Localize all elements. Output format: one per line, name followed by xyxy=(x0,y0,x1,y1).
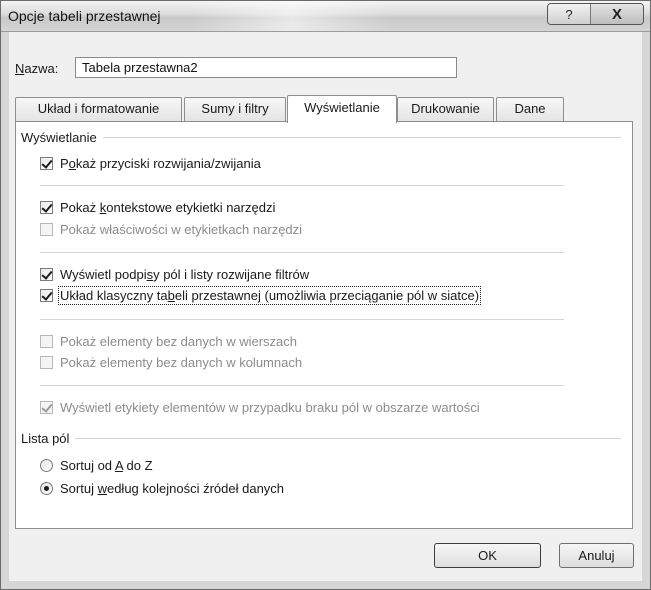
field-list-section-title: Lista pól xyxy=(21,431,70,446)
option-show-field-captions-filters[interactable]: Wyświetl podpisy pól i listy rozwijane f… xyxy=(40,267,309,282)
option-label: Sortuj od A do Z xyxy=(60,458,153,473)
option-show-empty-columns: Pokaż elementy bez danych w kolumnach xyxy=(40,355,302,370)
option-show-contextual-tooltips[interactable]: Pokaż kontekstowe etykietki narzędzi xyxy=(40,200,275,215)
label-text: Sortuj xyxy=(60,481,98,496)
tab-data[interactable]: Dane xyxy=(496,97,564,121)
radio-selected-icon[interactable] xyxy=(40,482,53,495)
radio-sort-data-source-order[interactable]: Sortuj według kolejności źródeł danych xyxy=(40,481,284,496)
checkbox-unchecked-icon xyxy=(40,356,53,369)
label-text: y pól i listy rozwijane filtrów xyxy=(153,267,310,282)
name-label: Nazwa: xyxy=(15,61,58,76)
checkbox-checked-icon[interactable] xyxy=(40,289,53,302)
label-text: Pokaż xyxy=(60,200,100,215)
display-tab-panel: Wyświetlanie Pokaż przyciski rozwijania/… xyxy=(15,121,633,529)
option-label: Pokaż kontekstowe etykietki narzędzi xyxy=(60,200,275,215)
option-label: Pokaż elementy bez danych w kolumnach xyxy=(60,355,303,370)
close-button[interactable]: X xyxy=(591,4,643,24)
label-accel: w xyxy=(97,481,107,496)
tab-totals-filters[interactable]: Sumy i filtry xyxy=(184,97,286,121)
label-text: Wyświetl podpi xyxy=(60,267,147,282)
radio-sort-a-to-z[interactable]: Sortuj od A do Z xyxy=(40,458,153,473)
display-section-title: Wyświetlanie xyxy=(21,130,97,145)
close-icon: X xyxy=(611,5,622,23)
option-classic-pivot-layout[interactable]: Układ klasyczny tabeli przestawnej (umoż… xyxy=(40,286,482,305)
checkbox-checked-icon xyxy=(40,401,53,414)
option-label: Wyświetl etykiety elementów w przypadku … xyxy=(60,400,480,415)
label-text: eli przestawnej (umożliwia przeciąganie … xyxy=(174,288,480,303)
field-list-section-header: Lista pól xyxy=(21,431,621,446)
tab-layout-formatting[interactable]: Układ i formatowanie xyxy=(15,97,182,121)
checkbox-unchecked-icon xyxy=(40,335,53,348)
title-buttons: ? X xyxy=(547,3,644,25)
ok-button[interactable]: OK xyxy=(434,543,541,568)
label-text: Sortuj od xyxy=(60,458,115,473)
option-divider xyxy=(40,185,564,186)
title-bar-glare xyxy=(191,1,391,31)
option-label: Układ klasyczny tabeli przestawnej (umoż… xyxy=(57,286,482,305)
label-text: P xyxy=(60,156,69,171)
label-text: edług kolejności źródeł danych xyxy=(106,481,285,496)
checkbox-checked-icon[interactable] xyxy=(40,157,53,170)
dialog-client-area: Nazwa: Tabela przestawna2 Układ i format… xyxy=(9,32,642,581)
display-section-header: Wyświetlanie xyxy=(21,130,621,145)
option-label: Pokaż elementy bez danych w wierszach xyxy=(60,334,298,349)
checkbox-unchecked-icon xyxy=(40,223,53,236)
section-separator xyxy=(102,137,621,138)
option-show-properties-in-tooltips: Pokaż właściwości w etykietkach narzędzi xyxy=(40,222,302,237)
label-accel: b xyxy=(167,288,175,303)
checkbox-checked-icon[interactable] xyxy=(40,268,53,281)
title-bar[interactable]: Opcje tabeli przestawnej ? X xyxy=(1,1,650,32)
radio-unselected-icon[interactable] xyxy=(40,459,53,472)
name-label-accel: N xyxy=(15,61,25,76)
tab-printing[interactable]: Drukowanie xyxy=(397,97,494,121)
window-title: Opcje tabeli przestawnej xyxy=(8,8,161,24)
label-text: każ przyciski rozwijania/zwijania xyxy=(75,156,261,171)
help-button[interactable]: ? xyxy=(548,4,591,24)
option-label: Pokaż właściwości w etykietkach narzędzi xyxy=(60,222,303,237)
label-accel: o xyxy=(68,156,76,171)
label-text: ontekstowe etykietki narzędzi xyxy=(106,200,276,215)
option-show-expand-collapse[interactable]: Pokaż przyciski rozwijania/zwijania xyxy=(40,156,261,171)
name-input[interactable]: Tabela przestawna2 xyxy=(75,57,457,78)
option-divider xyxy=(40,385,564,386)
option-label: Sortuj według kolejności źródeł danych xyxy=(60,481,284,496)
option-show-empty-rows: Pokaż elementy bez danych w wierszach xyxy=(40,334,297,349)
window-bottom-frame xyxy=(1,581,650,589)
option-label: Wyświetl podpisy pól i listy rozwijane f… xyxy=(60,267,309,282)
option-divider xyxy=(40,252,564,253)
checkbox-checked-icon[interactable] xyxy=(40,201,53,214)
help-icon: ? xyxy=(565,6,573,22)
option-label: Pokaż przyciski rozwijania/zwijania xyxy=(60,156,261,171)
dialog-window: Opcje tabeli przestawnej ? X Nazwa: Tabe… xyxy=(0,0,651,590)
label-text: Układ klasyczny ta xyxy=(60,288,168,303)
option-divider xyxy=(40,319,564,320)
label-text: do Z xyxy=(122,458,153,473)
name-label-rest: azwa: xyxy=(24,61,59,76)
tab-display[interactable]: Wyświetlanie xyxy=(287,95,397,123)
option-show-item-labels-no-values: Wyświetl etykiety elementów w przypadku … xyxy=(40,400,480,415)
label-accel: A xyxy=(114,458,123,473)
cancel-button[interactable]: Anuluj xyxy=(559,543,634,568)
section-separator xyxy=(75,438,621,439)
